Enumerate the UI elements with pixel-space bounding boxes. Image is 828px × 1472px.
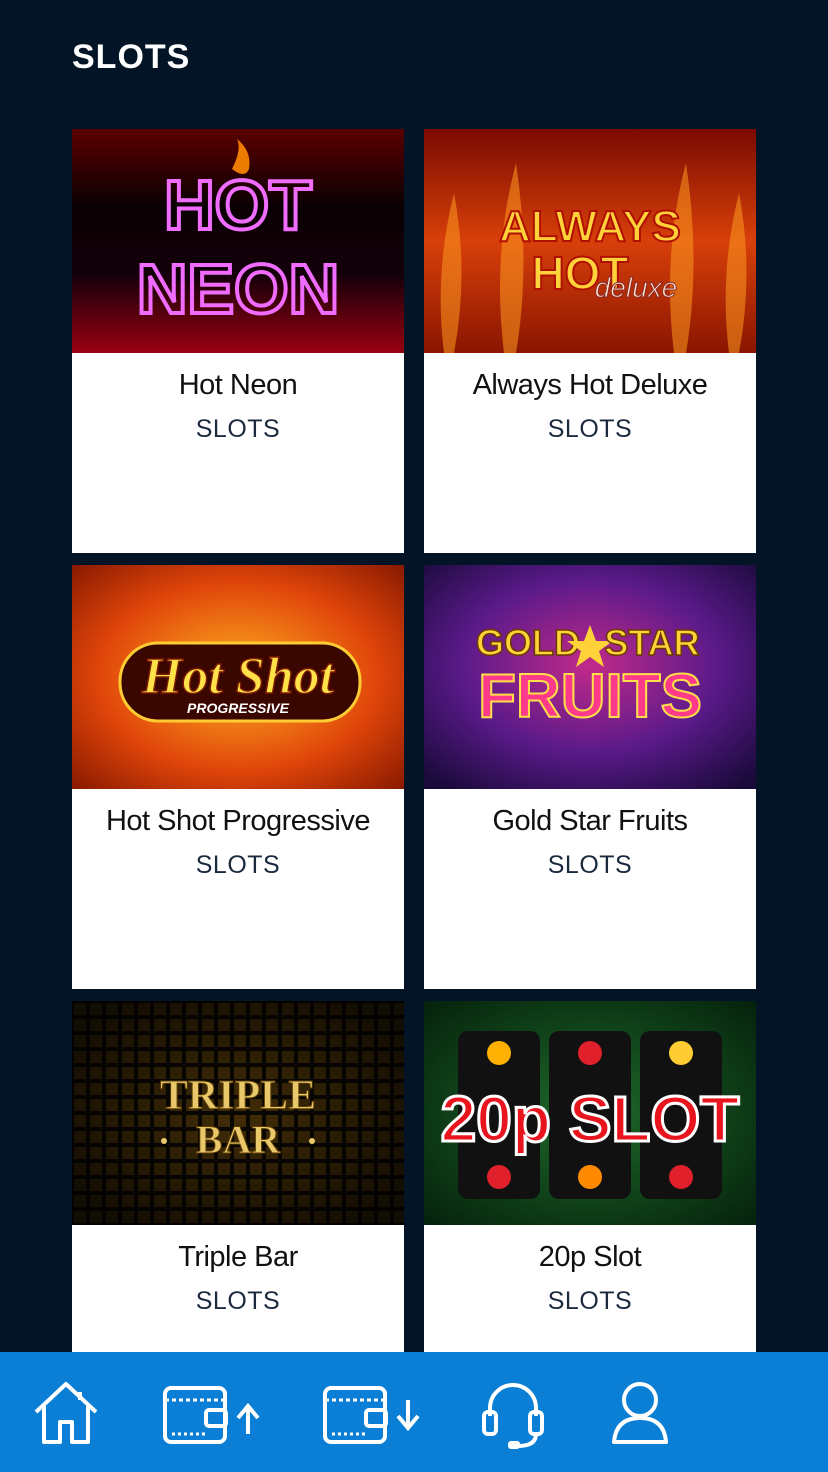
game-thumbnail[interactable]: GOLD STAR FRUITS bbox=[424, 565, 756, 789]
art-line-1: GOLD bbox=[476, 622, 580, 663]
game-category: SLOTS bbox=[195, 1287, 281, 1315]
game-category: SLOTS bbox=[195, 415, 281, 443]
game-title[interactable]: 20p Slot bbox=[424, 1241, 756, 1274]
game-thumbnail[interactable]: HOT NEON bbox=[72, 129, 404, 353]
nav-home-button[interactable] bbox=[32, 1378, 100, 1448]
game-category: SLOTS bbox=[547, 415, 633, 443]
withdraw-wallet-icon bbox=[323, 1386, 420, 1444]
game-title[interactable]: Triple Bar bbox=[72, 1241, 404, 1274]
game-card-always-hot-deluxe[interactable]: ALWAYS HOT deluxe Always Hot Deluxe SLOT… bbox=[424, 129, 756, 553]
game-title[interactable]: Hot Shot Progressive bbox=[72, 805, 404, 838]
bottom-nav bbox=[0, 1352, 828, 1472]
game-card-gold-star-fruits[interactable]: GOLD STAR FRUITS Gold Star Fruits SLOTS bbox=[424, 565, 756, 989]
art-line-1: Hot Shot bbox=[141, 648, 336, 705]
art-line-1: ALWAYS bbox=[499, 202, 681, 251]
art-line-2: STAR bbox=[604, 622, 699, 663]
nav-account-button[interactable] bbox=[610, 1378, 670, 1448]
hot-neon-art: HOT NEON bbox=[72, 129, 404, 353]
slots-page: SLOTS HOT NEON Hot Neon SLOTS ALWAYS HOT… bbox=[0, 0, 828, 1472]
deposit-wallet-icon bbox=[163, 1386, 260, 1444]
game-category: SLOTS bbox=[547, 851, 633, 879]
nav-withdraw-button[interactable] bbox=[322, 1378, 422, 1448]
game-title[interactable]: Always Hot Deluxe bbox=[424, 369, 756, 402]
game-thumbnail[interactable]: TRIPLE BAR bbox=[72, 1001, 404, 1225]
support-headset-icon bbox=[482, 1383, 544, 1449]
game-title[interactable]: Gold Star Fruits bbox=[424, 805, 756, 838]
section-title: SLOTS bbox=[72, 38, 191, 76]
20p-slot-art: 20p SLOT bbox=[424, 1001, 756, 1225]
triple-bar-art: TRIPLE BAR bbox=[72, 1001, 404, 1225]
game-category: SLOTS bbox=[195, 851, 281, 879]
art-line-2: NEON bbox=[137, 250, 339, 328]
art-line-1: HOT bbox=[164, 166, 312, 244]
game-title[interactable]: Hot Neon bbox=[72, 369, 404, 402]
hot-shot-progressive-art: Hot Shot PROGRESSIVE bbox=[72, 565, 404, 789]
game-category: SLOTS bbox=[547, 1287, 633, 1315]
game-thumbnail[interactable]: 20p SLOT bbox=[424, 1001, 756, 1225]
nav-support-button[interactable] bbox=[480, 1378, 546, 1449]
gold-star-fruits-art: GOLD STAR FRUITS bbox=[424, 565, 756, 789]
art-line-1: 20p SLOT bbox=[441, 1083, 740, 1155]
art-line-3: deluxe bbox=[595, 272, 678, 303]
art-line-3: FRUITS bbox=[478, 662, 702, 731]
nav-deposit-button[interactable] bbox=[162, 1378, 262, 1448]
always-hot-deluxe-art: ALWAYS HOT deluxe bbox=[424, 129, 756, 353]
game-card-hot-neon[interactable]: HOT NEON Hot Neon SLOTS bbox=[72, 129, 404, 553]
home-icon bbox=[34, 1382, 98, 1444]
game-thumbnail[interactable]: ALWAYS HOT deluxe bbox=[424, 129, 756, 353]
game-thumbnail[interactable]: Hot Shot PROGRESSIVE bbox=[72, 565, 404, 789]
art-line-2: BAR bbox=[196, 1117, 282, 1162]
account-user-icon bbox=[612, 1382, 668, 1444]
art-line-1: TRIPLE bbox=[160, 1073, 316, 1119]
game-card-hot-shot-progressive[interactable]: Hot Shot PROGRESSIVE Hot Shot Progressiv… bbox=[72, 565, 404, 989]
art-line-2: PROGRESSIVE bbox=[187, 700, 290, 716]
